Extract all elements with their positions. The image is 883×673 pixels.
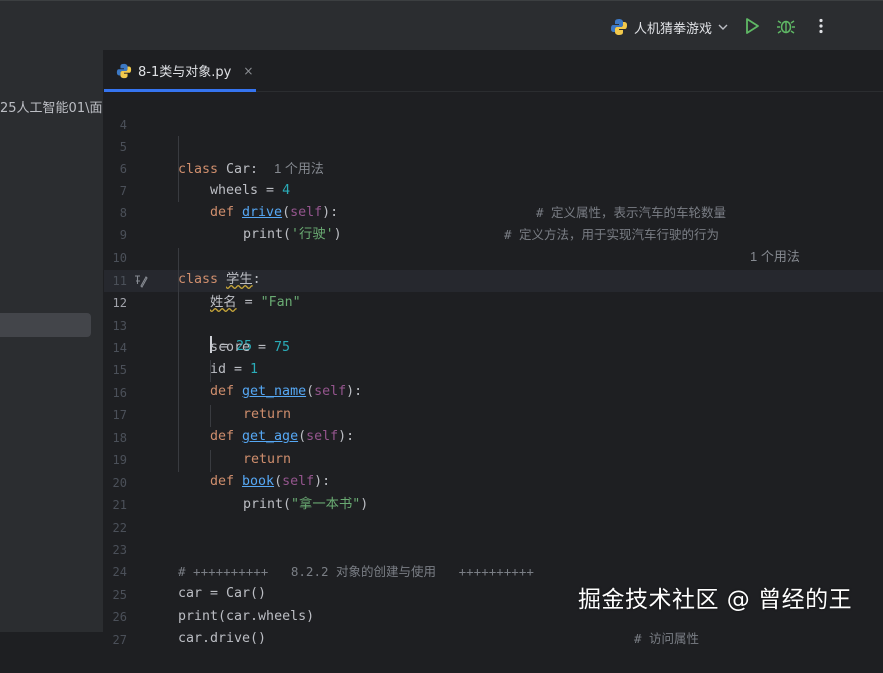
editor-tab-bar: 8-1类与对象.py × bbox=[104, 50, 883, 92]
code-line: 20 print("拿一本书") bbox=[104, 450, 883, 512]
code-line: 11 姓名 = "Fan" bbox=[104, 248, 883, 310]
code-line: 23 # ++++++++++ 8.2.2 对象的创建与使用 +++++++++… bbox=[104, 517, 883, 579]
comment: # 访问属性 bbox=[634, 631, 700, 646]
code-line: 6 wheels = 4 # 定义属性，表示汽车的车轮数量 bbox=[104, 136, 883, 220]
code-line: 5 class Car: 1 个用法 bbox=[104, 114, 883, 177]
code-line: 19 def book(self): bbox=[104, 427, 883, 489]
chevron-down-icon bbox=[718, 24, 728, 30]
code-line-current: 12 = 25 bbox=[104, 270, 883, 354]
run-configuration-label: 人机猜拳游戏 bbox=[634, 21, 713, 37]
code-editor[interactable]: 4 5 class Car: 1 个用法 6 wheels = 4 # 定义属性… bbox=[104, 92, 883, 647]
top-toolbar: 人机猜拳游戏 bbox=[0, 0, 883, 51]
edit-hint-icon[interactable] bbox=[134, 274, 148, 288]
code-line: 22 bbox=[104, 495, 883, 535]
code-line: 18 return bbox=[104, 405, 883, 467]
code-line: 9 bbox=[104, 202, 883, 242]
more-vertical-icon[interactable] bbox=[812, 17, 830, 35]
tab-file[interactable]: 8-1类与对象.py × bbox=[104, 50, 256, 92]
code-line: 21 bbox=[104, 472, 883, 512]
python-icon bbox=[611, 19, 627, 35]
code-line: 7 def drive(self): # 定义方法，用于实现汽车行驶的行为 1 … bbox=[104, 158, 883, 264]
watermark: 掘金技术社区 @ 曾经的王 bbox=[578, 587, 853, 613]
debug-icon[interactable] bbox=[777, 17, 795, 35]
project-panel: 25人工智能01\面向 bbox=[0, 50, 104, 632]
code-line: 13 score = 75 bbox=[104, 293, 883, 355]
project-path-text[interactable]: 25人工智能01\面向 bbox=[0, 97, 103, 116]
run-icon[interactable] bbox=[743, 17, 761, 35]
code-line: 8 print('行驶') bbox=[104, 180, 883, 242]
code-line: 24 car = Car() bbox=[104, 539, 883, 601]
code-line: 10 class 学生: bbox=[104, 225, 883, 287]
code-line: 14 id = 1 bbox=[104, 315, 883, 377]
code-line: 17 def get_age(self): bbox=[104, 382, 883, 444]
code-line: 15 def get_name(self): bbox=[104, 337, 883, 399]
run-configuration-selector[interactable]: 人机猜拳游戏 bbox=[610, 15, 728, 39]
project-selected-item[interactable] bbox=[0, 313, 91, 337]
code-text: car.drive() bbox=[178, 631, 267, 646]
code-line: 4 bbox=[104, 92, 883, 132]
tab-label: 8-1类与对象.py bbox=[138, 65, 232, 80]
line-number: 27 bbox=[112, 633, 127, 647]
code-line: 16 return bbox=[104, 360, 883, 422]
close-icon[interactable]: × bbox=[243, 64, 253, 78]
python-file-icon bbox=[116, 63, 132, 78]
